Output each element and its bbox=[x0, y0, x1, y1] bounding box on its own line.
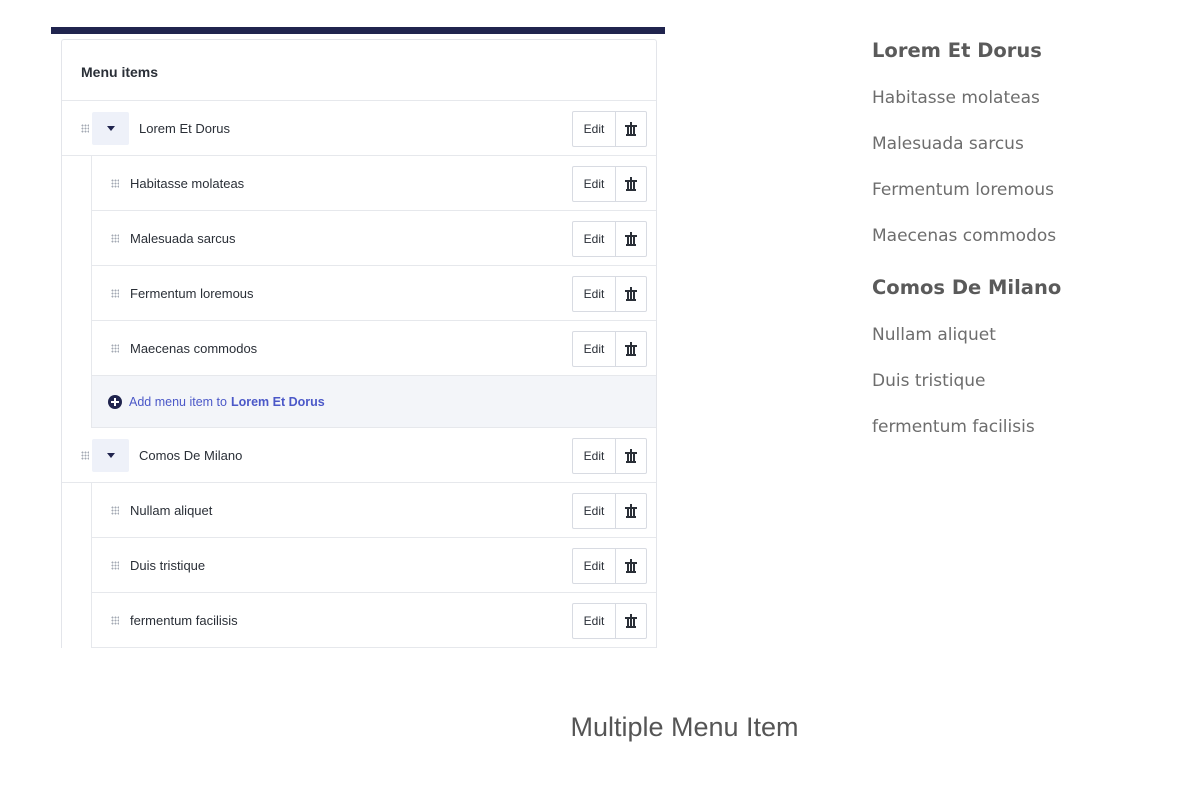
drag-handle-icon[interactable] bbox=[111, 505, 119, 515]
menu-group-children: Habitasse molateas Edit Malesuada sarcus… bbox=[91, 156, 656, 428]
preview-link[interactable]: Nullam aliquet bbox=[872, 312, 1061, 358]
row-actions: Edit bbox=[572, 548, 647, 584]
card-title: Menu items bbox=[62, 40, 656, 101]
preview-group-title[interactable]: Lorem Et Dorus bbox=[872, 36, 1061, 66]
caption: Multiple Menu Item bbox=[570, 712, 799, 742]
menu-item-label: Nullam aliquet bbox=[130, 502, 213, 518]
trash-icon bbox=[625, 122, 637, 136]
menu-item-row[interactable]: Duis tristique Edit bbox=[92, 538, 656, 593]
row-actions: Edit bbox=[572, 221, 647, 257]
menu-item-label: Duis tristique bbox=[130, 557, 206, 573]
menu-group-children: Nullam aliquet Edit Duis tristique Edit … bbox=[91, 483, 656, 648]
trash-icon bbox=[625, 559, 637, 573]
add-menu-item-prefix: Add menu item to bbox=[129, 394, 227, 409]
row-actions: Edit bbox=[572, 603, 647, 639]
delete-button[interactable] bbox=[616, 277, 646, 311]
menu-item-row[interactable]: Nullam aliquet Edit bbox=[92, 483, 656, 538]
edit-button[interactable]: Edit bbox=[573, 604, 616, 638]
preview-link[interactable]: fermentum facilisis bbox=[872, 404, 1061, 450]
menu-item-label: Malesuada sarcus bbox=[130, 230, 236, 246]
menu-group-row[interactable]: Comos De Milano Edit bbox=[62, 428, 656, 483]
edit-button[interactable]: Edit bbox=[573, 494, 616, 528]
preview-group: Comos De Milano Nullam aliquet Duis tris… bbox=[872, 273, 1061, 450]
trash-icon bbox=[625, 232, 637, 246]
edit-button[interactable]: Edit bbox=[573, 549, 616, 583]
menu-preview: Lorem Et Dorus Habitasse molateas Malesu… bbox=[872, 36, 1061, 464]
delete-button[interactable] bbox=[616, 494, 646, 528]
menu-item-label: fermentum facilisis bbox=[130, 612, 238, 628]
edit-button[interactable]: Edit bbox=[573, 112, 616, 146]
drag-handle-icon[interactable] bbox=[111, 178, 119, 188]
drag-handle-icon[interactable] bbox=[111, 233, 119, 243]
trash-icon bbox=[625, 614, 637, 628]
menu-item-row[interactable]: Habitasse molateas Edit bbox=[92, 156, 656, 211]
menu-group-label: Lorem Et Dorus bbox=[139, 120, 231, 136]
plus-circle-icon bbox=[108, 394, 122, 409]
trash-icon bbox=[625, 342, 637, 356]
delete-button[interactable] bbox=[616, 332, 646, 366]
delete-button[interactable] bbox=[616, 604, 646, 638]
trash-icon bbox=[625, 449, 637, 463]
delete-button[interactable] bbox=[616, 549, 646, 583]
delete-button[interactable] bbox=[616, 222, 646, 256]
edit-button[interactable]: Edit bbox=[573, 332, 616, 366]
menu-item-row[interactable]: Maecenas commodos Edit bbox=[92, 321, 656, 376]
delete-button[interactable] bbox=[616, 439, 646, 473]
edit-button[interactable]: Edit bbox=[573, 277, 616, 311]
caret-down-icon bbox=[106, 125, 115, 131]
preview-group: Lorem Et Dorus Habitasse molateas Malesu… bbox=[872, 36, 1061, 259]
drag-handle-icon[interactable] bbox=[111, 343, 119, 353]
menu-items-card: Menu items Lorem Et Dorus Edit Habitasse… bbox=[61, 39, 657, 648]
panel-top-bar bbox=[51, 27, 665, 34]
preview-link[interactable]: Habitasse molateas bbox=[872, 75, 1061, 121]
menu-item-label: Fermentum loremous bbox=[130, 285, 254, 301]
add-menu-item-link[interactable]: Add menu item to Lorem Et Dorus bbox=[92, 376, 656, 428]
menu-item-row[interactable]: Fermentum loremous Edit bbox=[92, 266, 656, 321]
drag-handle-icon[interactable] bbox=[81, 123, 89, 133]
drag-handle-icon[interactable] bbox=[111, 560, 119, 570]
caret-down-icon bbox=[106, 452, 115, 458]
collapse-toggle-button[interactable] bbox=[92, 438, 129, 472]
preview-link[interactable]: Duis tristique bbox=[872, 358, 1061, 404]
trash-icon bbox=[625, 504, 637, 518]
menu-item-label: Habitasse molateas bbox=[130, 175, 245, 191]
drag-handle-icon[interactable] bbox=[81, 450, 89, 460]
delete-button[interactable] bbox=[616, 167, 646, 201]
delete-button[interactable] bbox=[616, 112, 646, 146]
menu-item-row[interactable]: Malesuada sarcus Edit bbox=[92, 211, 656, 266]
trash-icon bbox=[625, 177, 637, 191]
menu-item-row[interactable]: fermentum facilisis Edit bbox=[92, 593, 656, 648]
menu-group-label: Comos De Milano bbox=[139, 447, 243, 463]
trash-icon bbox=[625, 287, 637, 301]
drag-handle-icon[interactable] bbox=[111, 615, 119, 625]
row-actions: Edit bbox=[572, 276, 647, 312]
preview-group-title[interactable]: Comos De Milano bbox=[872, 273, 1061, 303]
edit-button[interactable]: Edit bbox=[573, 222, 616, 256]
row-actions: Edit bbox=[572, 331, 647, 367]
drag-handle-icon[interactable] bbox=[111, 288, 119, 298]
menu-item-label: Maecenas commodos bbox=[130, 340, 258, 356]
row-actions: Edit bbox=[572, 493, 647, 529]
menu-group: Lorem Et Dorus Edit Habitasse molateas E… bbox=[62, 101, 656, 428]
preview-link[interactable]: Maecenas commodos bbox=[872, 213, 1061, 259]
preview-link[interactable]: Fermentum loremous bbox=[872, 167, 1061, 213]
edit-button[interactable]: Edit bbox=[573, 167, 616, 201]
row-actions: Edit bbox=[572, 111, 647, 147]
row-actions: Edit bbox=[572, 438, 647, 474]
edit-button[interactable]: Edit bbox=[573, 439, 616, 473]
row-actions: Edit bbox=[572, 166, 647, 202]
menu-group-row[interactable]: Lorem Et Dorus Edit bbox=[62, 101, 656, 156]
menu-group: Comos De Milano Edit Nullam aliquet Edit… bbox=[62, 428, 656, 648]
menu-editor-panel: Menu items Lorem Et Dorus Edit Habitasse… bbox=[51, 27, 665, 648]
add-menu-item-target: Lorem Et Dorus bbox=[230, 394, 325, 409]
preview-link[interactable]: Malesuada sarcus bbox=[872, 121, 1061, 167]
collapse-toggle-button[interactable] bbox=[92, 111, 129, 145]
